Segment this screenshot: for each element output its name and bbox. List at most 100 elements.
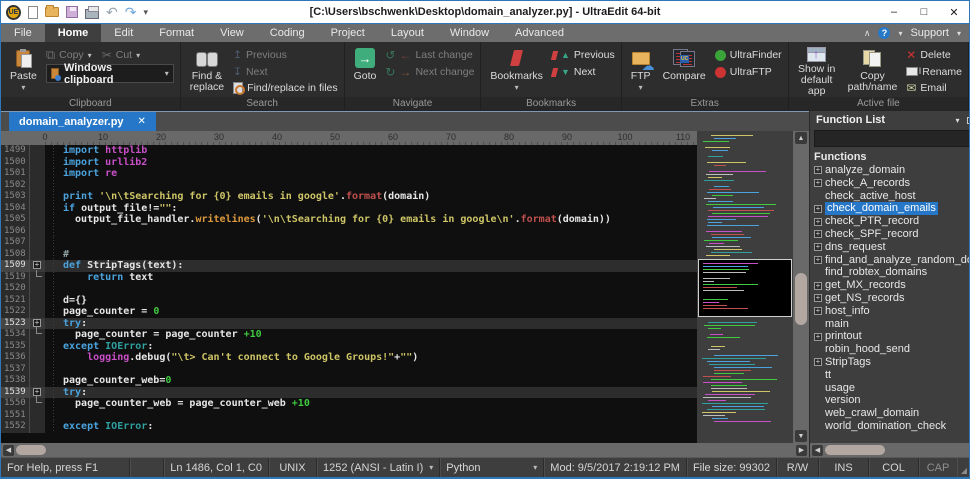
line-number[interactable]: 1502 bbox=[1, 179, 29, 191]
expand-icon[interactable]: + bbox=[814, 204, 822, 213]
tab-domain-analyzer[interactable]: domain_analyzer.py ✕ bbox=[9, 112, 156, 131]
expand-icon[interactable]: + bbox=[814, 294, 822, 303]
line-number[interactable]: 1500 bbox=[1, 156, 29, 168]
horizontal-scrollbar-thumb[interactable] bbox=[16, 445, 46, 455]
vertical-scrollbar-track[interactable] bbox=[793, 145, 809, 429]
function-filter-dropdown[interactable]: ▾ bbox=[814, 130, 969, 147]
function-item-world_domination_check[interactable]: world_domination_check bbox=[814, 420, 969, 433]
function-item-check_domain_emails[interactable]: + check_domain_emails bbox=[814, 202, 969, 216]
menu-item-layout[interactable]: Layout bbox=[378, 24, 437, 42]
menu-item-advanced[interactable]: Advanced bbox=[502, 24, 577, 42]
line-number[interactable]: 1519 bbox=[1, 271, 29, 283]
line-number[interactable]: 1504 bbox=[1, 202, 29, 214]
code-line[interactable]: 1535 except IOError: bbox=[1, 340, 697, 352]
open-file-icon[interactable] bbox=[45, 5, 59, 17]
line-number[interactable]: 1523 bbox=[1, 317, 29, 329]
status-readwrite-toggle[interactable]: R/W bbox=[777, 458, 819, 477]
fold-expand-icon[interactable]: + bbox=[33, 387, 41, 396]
minimap[interactable] bbox=[697, 131, 793, 443]
menu-item-format[interactable]: Format bbox=[146, 24, 207, 42]
menu-item-file[interactable]: File bbox=[1, 24, 45, 42]
minimap-viewport[interactable] bbox=[698, 259, 792, 317]
paste-button[interactable]: Paste ▾ bbox=[7, 45, 40, 96]
collapse-ribbon-icon[interactable]: ∧ bbox=[864, 28, 871, 39]
function-item-version[interactable]: version bbox=[814, 394, 969, 407]
email-file-button[interactable]: ✉ Email bbox=[906, 80, 962, 96]
redo-icon[interactable]: ↷ bbox=[125, 5, 137, 19]
code-line[interactable]: 1521 d={} bbox=[1, 294, 697, 306]
function-item-host_info[interactable]: + host_info bbox=[814, 305, 969, 318]
function-item-usage[interactable]: usage bbox=[814, 382, 969, 395]
syntax-dropdown-icon[interactable]: ▾ bbox=[533, 463, 537, 472]
menu-item-project[interactable]: Project bbox=[318, 24, 378, 42]
function-item-StripTags[interactable]: + StripTags bbox=[814, 356, 969, 369]
fold-expand-icon[interactable]: + bbox=[33, 318, 41, 327]
vertical-scrollbar[interactable]: ▲ ▼ bbox=[793, 131, 809, 443]
function-item-dns_request[interactable]: + dns_request bbox=[814, 241, 969, 254]
function-item-printout[interactable]: + printout bbox=[814, 330, 969, 343]
bookmark-previous-button[interactable]: ▲ Previous bbox=[550, 47, 615, 63]
code-line[interactable]: 1537 bbox=[1, 363, 697, 375]
close-button[interactable]: ✕ bbox=[939, 1, 969, 23]
bookmarks-button[interactable]: Bookmarks ▾ bbox=[487, 45, 546, 96]
line-number[interactable]: 1499 bbox=[1, 145, 29, 157]
status-caps-indicator[interactable]: CAP bbox=[919, 458, 957, 477]
support-dropdown-icon[interactable]: ▾ bbox=[957, 29, 961, 38]
code-line[interactable]: 1534 page_counter = page_counter +10 bbox=[1, 327, 697, 341]
expand-icon[interactable]: + bbox=[814, 179, 822, 188]
line-number[interactable]: 1539 bbox=[1, 386, 29, 398]
line-number[interactable]: 1538 bbox=[1, 375, 29, 387]
horizontal-scrollbar-track[interactable] bbox=[14, 443, 796, 457]
menu-item-home[interactable]: Home bbox=[44, 24, 102, 42]
menu-item-window[interactable]: Window bbox=[437, 24, 502, 42]
panel-menu-icon[interactable]: ▾ bbox=[955, 116, 959, 125]
code-line[interactable]: 1538 page_counter_web=0 bbox=[1, 375, 697, 387]
paste-dropdown-icon[interactable]: ▾ bbox=[21, 82, 25, 93]
qat-customize-icon[interactable]: ▾ bbox=[143, 7, 148, 18]
fold-expand-icon[interactable]: + bbox=[33, 261, 41, 269]
support-menu[interactable]: Support bbox=[910, 27, 949, 39]
function-item-get_MX_records[interactable]: + get_MX_records bbox=[814, 279, 969, 292]
status-encoding[interactable]: 1252 (ANSI - Latin I) ▾ bbox=[317, 458, 441, 477]
function-item-tt[interactable]: tt bbox=[814, 369, 969, 382]
function-item-check_SPF_record[interactable]: + check_SPF_record bbox=[814, 228, 969, 241]
status-column-toggle[interactable]: COL bbox=[869, 458, 919, 477]
undo-icon[interactable]: ↶ bbox=[106, 5, 118, 19]
line-number[interactable]: 1521 bbox=[1, 294, 29, 306]
code-line[interactable]: 1522 page_counter = 0 bbox=[1, 306, 697, 318]
function-item-robin_hood_send[interactable]: robin_hood_send bbox=[814, 343, 969, 356]
code-line[interactable]: 1507 bbox=[1, 237, 697, 249]
ultraedit-logo-icon[interactable]: UE bbox=[6, 4, 21, 20]
ultrafinder-button[interactable]: UltraFinder bbox=[714, 47, 782, 63]
line-number[interactable]: 1534 bbox=[1, 329, 29, 341]
code-line[interactable]: 1500 import urllib2 bbox=[1, 156, 697, 168]
code-line[interactable]: 1508 # bbox=[1, 248, 697, 260]
ftp-button[interactable]: FTP ▾ bbox=[628, 45, 655, 96]
function-item-web_crawl_domain[interactable]: web_crawl_domain bbox=[814, 407, 969, 420]
expand-icon[interactable]: + bbox=[814, 243, 822, 252]
compare-button[interactable]: UC Compare bbox=[660, 45, 709, 96]
panel-scrollbar-track[interactable] bbox=[823, 443, 969, 457]
scroll-left-icon[interactable]: ◀ bbox=[3, 444, 14, 456]
line-number[interactable]: 1520 bbox=[1, 283, 29, 295]
line-number[interactable]: 1503 bbox=[1, 191, 29, 203]
panel-scroll-left-icon[interactable]: ◀ bbox=[812, 444, 823, 456]
line-number[interactable]: 1509 bbox=[1, 260, 29, 272]
expand-icon[interactable]: + bbox=[814, 230, 822, 239]
goto-button[interactable]: → Goto bbox=[351, 45, 380, 96]
code-line[interactable]: 1504 if output_file!="": bbox=[1, 202, 697, 214]
code-line[interactable]: 1523 + try: bbox=[1, 317, 697, 329]
expand-icon[interactable]: + bbox=[814, 281, 822, 290]
code-line[interactable]: 1506 bbox=[1, 225, 697, 237]
expand-icon[interactable]: + bbox=[814, 166, 822, 175]
line-number[interactable]: 1505 bbox=[1, 214, 29, 226]
function-item-get_NS_records[interactable]: + get_NS_records bbox=[814, 292, 969, 305]
line-number[interactable]: 1535 bbox=[1, 340, 29, 352]
rename-file-button[interactable]: Rename bbox=[906, 64, 962, 80]
expand-icon[interactable]: + bbox=[814, 358, 822, 367]
expand-icon[interactable]: + bbox=[814, 332, 822, 341]
delete-file-button[interactable]: ✕ Delete bbox=[906, 47, 962, 63]
status-insert-toggle[interactable]: INS bbox=[819, 458, 869, 477]
function-item-find_robtex_domains[interactable]: find_robtex_domains bbox=[814, 266, 969, 279]
menu-item-coding[interactable]: Coding bbox=[257, 24, 318, 42]
